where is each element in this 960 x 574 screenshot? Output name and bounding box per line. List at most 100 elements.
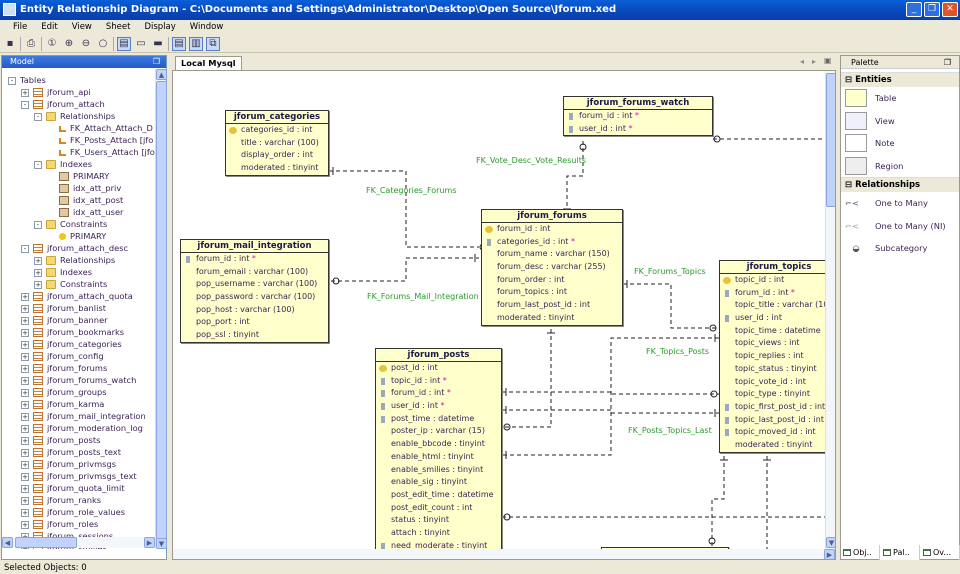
expand-icon[interactable]: + [21, 412, 29, 421]
entity-column[interactable]: categories_id : int * [482, 236, 622, 249]
expand-icon[interactable]: + [21, 460, 29, 469]
expand-icon[interactable]: + [21, 496, 29, 505]
restore-panel-icon[interactable]: ❐ [153, 56, 160, 68]
tab-objects[interactable]: Obj.. [840, 545, 880, 560]
entity-column[interactable]: forum_last_post_id : int [482, 299, 622, 312]
tree-item[interactable]: - Relationships [34, 110, 115, 122]
entity-column[interactable]: poster_ip : varchar (15) [376, 425, 501, 438]
entity-column[interactable]: enable_bbcode : tinyint [376, 438, 501, 451]
entity-column[interactable]: enable_sig : tinyint [376, 476, 501, 489]
entity-column[interactable]: post_edit_time : datetime [376, 489, 501, 502]
entity-column[interactable]: pop_password : varchar (100) [181, 291, 328, 304]
entity-column[interactable]: forum_id : int * [720, 287, 835, 300]
menu-file[interactable]: File [6, 20, 34, 35]
scroll-left-button[interactable]: ◀ [2, 537, 13, 548]
expand-icon[interactable]: + [21, 400, 29, 409]
entity-column[interactable]: forum_order : int [482, 274, 622, 287]
expand-icon[interactable]: + [21, 520, 29, 529]
tree-item[interactable]: - jforum_attach [21, 98, 105, 110]
tree-item[interactable]: + jforum_groups [21, 386, 107, 398]
show-all-columns-button[interactable]: ▤ [117, 36, 131, 51]
tree-item[interactable]: + jforum_role_values [21, 506, 125, 518]
palette-item-table[interactable]: Table [841, 87, 959, 110]
expand-icon[interactable]: + [21, 388, 29, 397]
entity-column[interactable]: topic_first_post_id : int * [720, 401, 835, 414]
zoom-actual-button[interactable]: ① [45, 37, 59, 51]
entity-column[interactable]: topic_title : varchar (100 [720, 299, 835, 312]
collapse-icon[interactable]: - [34, 220, 42, 229]
show-types-button[interactable]: ▤ [172, 36, 186, 51]
entity-column[interactable]: forum_id : int * [181, 253, 328, 266]
menu-display[interactable]: Display [137, 20, 182, 35]
collapse-icon[interactable]: - [21, 100, 29, 109]
expand-icon[interactable]: + [34, 280, 42, 289]
expand-icon[interactable]: + [21, 472, 29, 481]
entity-column[interactable]: pop_ssl : tinyint [181, 329, 328, 342]
tab-prev-icon[interactable]: ◂ [800, 57, 804, 66]
rel-label-posts-topics-last[interactable]: FK_Posts_Topics_Last [628, 426, 712, 435]
expand-icon[interactable]: + [21, 424, 29, 433]
zoom-fit-button[interactable]: ○ [96, 37, 110, 51]
entity-column[interactable]: topic_replies : int [720, 350, 835, 363]
entity-column[interactable]: moderated : tinyint [720, 439, 835, 452]
canvas-scroll-right[interactable]: ▶ [824, 549, 835, 559]
entity-column[interactable]: moderated : tinyint [482, 312, 622, 325]
entity-jforum-forums[interactable]: jforum_forums forum_id : int categories_id… [481, 209, 623, 326]
palette-section-relationships[interactable]: ⊟ Relationships [841, 177, 959, 192]
entity-column[interactable]: status : tinyint [376, 514, 501, 527]
diagram-canvas[interactable]: jforum_categories categories_id : int titl… [172, 70, 836, 560]
entity-column[interactable]: topic_vote_id : int [720, 376, 835, 389]
tree-item[interactable]: PRIMARY [47, 230, 106, 242]
entity-column[interactable]: moderated : tinyint [226, 162, 328, 175]
canvas-vertical-scrollbar[interactable]: ▼ [825, 71, 835, 549]
expand-icon[interactable]: + [21, 448, 29, 457]
expand-icon[interactable]: + [21, 88, 29, 97]
tab-overview[interactable]: Ov... [920, 545, 960, 560]
tree-item[interactable]: + jforum_posts_text [21, 446, 121, 458]
expand-icon[interactable]: + [21, 304, 29, 313]
canvas-scroll-thumb[interactable] [826, 73, 835, 207]
expand-icon[interactable]: + [34, 256, 42, 265]
palette-item-view[interactable]: View [841, 110, 959, 133]
palette-item-note[interactable]: Note [841, 132, 959, 155]
expand-icon[interactable]: + [21, 352, 29, 361]
tree-item[interactable]: + jforum_attach_quota [21, 290, 133, 302]
hscroll-thumb[interactable] [15, 537, 77, 548]
tree-item[interactable]: + jforum_quota_limit [21, 482, 125, 494]
entity-jforum-mail-integration[interactable]: jforum_mail_integration forum_id : int * f… [180, 239, 329, 343]
menu-sheet[interactable]: Sheet [99, 20, 138, 35]
entity-column[interactable]: display_order : int [226, 149, 328, 162]
menu-window[interactable]: Window [183, 20, 231, 35]
rel-label-vote-desc[interactable]: FK_Vote_Desc_Vote_Results [476, 156, 586, 165]
tree-vertical-scrollbar[interactable]: ▲ ▼ [155, 69, 167, 549]
tree-horizontal-scrollbar[interactable]: ◀ ▶ [2, 537, 155, 548]
tree-item[interactable]: idx_att_user [47, 206, 123, 218]
entity-column[interactable]: topic_id : int [720, 274, 835, 287]
restore-panel-icon[interactable]: ❐ [944, 56, 951, 69]
zoom-out-button[interactable]: ⊖ [79, 37, 93, 51]
show-keys-button[interactable]: ▭ [134, 37, 148, 51]
tree-item[interactable]: + jforum_roles [21, 518, 98, 530]
entity-column[interactable]: user_id : int * [376, 400, 501, 413]
rel-label-forums-topics[interactable]: FK_Forums_Topics [634, 267, 706, 276]
collapse-icon[interactable]: - [21, 244, 29, 253]
entity-column[interactable]: post_id : int [376, 362, 501, 375]
expand-icon[interactable]: + [21, 508, 29, 517]
tree-item[interactable]: + jforum_config [21, 350, 104, 362]
tree-item[interactable]: PRIMARY [47, 170, 109, 182]
tree-item[interactable]: + jforum_bookmarks [21, 326, 124, 338]
entity-jforum-topics[interactable]: jforum_topics topic_id : int forum_id : in… [719, 260, 835, 453]
scroll-thumb[interactable] [156, 81, 167, 539]
entity-column[interactable]: attach : tinyint [376, 527, 501, 540]
show-title-only-button[interactable]: ▬ [151, 37, 165, 51]
tree-item[interactable]: + Constraints [34, 278, 107, 290]
entity-column[interactable]: topic_status : tinyint [720, 363, 835, 376]
canvas-scroll-down[interactable]: ▼ [826, 537, 835, 548]
tree-item[interactable]: + jforum_forums_watch [21, 374, 136, 386]
entity-column[interactable]: enable_smilies : tinyint [376, 464, 501, 477]
print-button[interactable]: ⎙ [24, 37, 38, 51]
entity-column[interactable]: topic_id : int * [376, 375, 501, 388]
tree-item[interactable]: + jforum_moderation_log [21, 422, 143, 434]
expand-icon[interactable]: + [34, 268, 42, 277]
entity-column[interactable]: topic_last_post_id : int * [720, 414, 835, 427]
